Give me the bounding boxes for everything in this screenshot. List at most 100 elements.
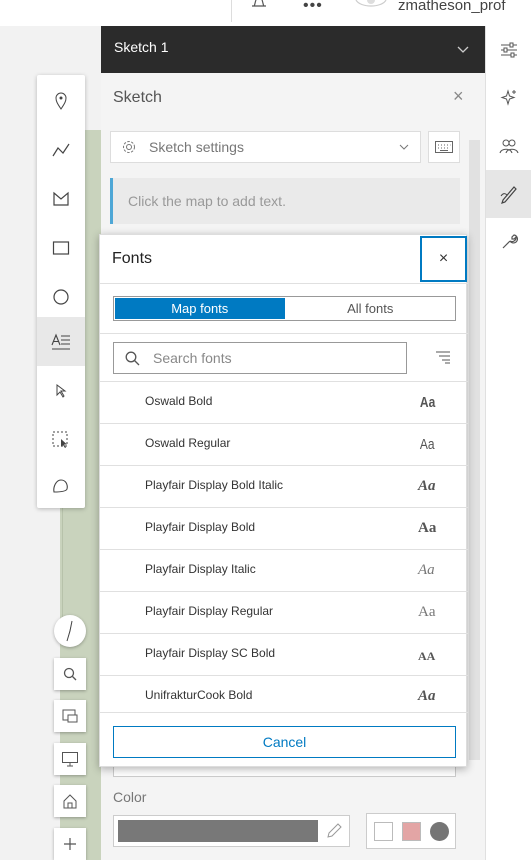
font-name: Playfair Display SC Bold — [145, 646, 276, 660]
font-list-item[interactable]: Playfair Display Regular Aa — [100, 591, 468, 633]
font-name: Playfair Display Regular — [145, 604, 274, 618]
polyline-icon — [52, 143, 70, 156]
gear-icon — [123, 141, 135, 153]
font-sample: Aa — [418, 688, 436, 704]
font-name: Oswald Regular — [145, 436, 231, 450]
circle-icon — [53, 288, 69, 305]
polygon-icon — [53, 191, 69, 206]
search-input[interactable]: Search fonts — [113, 342, 407, 374]
preset-white[interactable] — [374, 822, 393, 841]
rectangle-icon — [52, 240, 70, 255]
group-action[interactable] — [486, 122, 531, 170]
point-tool-button[interactable] — [37, 76, 85, 125]
tab-all-fonts[interactable]: All fonts — [286, 297, 456, 320]
keyboard-icon — [435, 141, 453, 153]
bell-icon[interactable] — [250, 0, 268, 8]
color-presets — [366, 813, 456, 849]
wrench-icon — [502, 234, 518, 249]
zoom-in-button[interactable] — [54, 828, 86, 860]
font-sample: Aa — [418, 520, 437, 536]
preset-pink[interactable] — [402, 822, 421, 841]
divider — [231, 0, 232, 22]
color-swatch-bar — [118, 820, 318, 842]
sparkle-icon — [500, 89, 516, 106]
username[interactable]: zmatheson_prof — [398, 0, 506, 14]
hint-text: Click the map to add text. — [128, 193, 286, 209]
panel-header[interactable]: Sketch 1 — [101, 26, 485, 73]
more-icon[interactable]: ••• — [303, 0, 323, 14]
divider — [100, 712, 468, 713]
sliders-icon — [501, 42, 517, 58]
font-list-item[interactable]: Playfair Display Bold Aa — [100, 507, 468, 549]
settings-action[interactable] — [486, 26, 531, 74]
dialog-title: Fonts — [112, 250, 153, 267]
font-name: UnifrakturCook Bold — [145, 688, 253, 702]
search-map-button[interactable] — [54, 658, 86, 690]
font-name: Playfair Display Bold — [145, 520, 256, 534]
cancel-button[interactable]: Cancel — [113, 726, 456, 758]
font-sample: Aa — [419, 436, 435, 453]
effects-action[interactable] — [486, 74, 531, 122]
tab-map-fonts[interactable]: Map fonts — [114, 297, 286, 320]
font-name: Playfair Display Italic — [145, 562, 256, 576]
circle-tool-button[interactable] — [37, 272, 85, 321]
text-tool-button[interactable] — [37, 317, 85, 366]
close-button[interactable]: × — [420, 236, 467, 282]
fonts-dialog: Fonts × Map fonts All fonts Search fonts… — [99, 234, 468, 767]
text-icon — [51, 333, 70, 350]
font-sample: AA — [418, 649, 436, 663]
font-source-toggle: Map fonts All fonts — [113, 296, 456, 321]
font-sample: Aa — [419, 394, 436, 411]
home-icon — [63, 794, 77, 809]
sketch-action[interactable] — [486, 170, 531, 218]
compass-button[interactable] — [54, 615, 86, 647]
divider — [100, 333, 468, 334]
polyline-tool-button[interactable] — [37, 125, 85, 174]
filter-icon[interactable] — [435, 350, 451, 364]
font-list-item[interactable]: Oswald Regular Aa — [100, 423, 468, 465]
font-list-item[interactable]: Playfair Display SC Bold AA — [100, 633, 468, 675]
chevron-down-icon[interactable] — [457, 46, 469, 54]
font-name: Oswald Bold — [145, 394, 213, 408]
freehand-icon — [53, 478, 68, 493]
panel-title: Sketch — [113, 89, 162, 106]
avatar[interactable] — [354, 0, 388, 10]
preset-gray[interactable] — [430, 822, 449, 841]
marquee-select-icon — [52, 431, 68, 448]
font-sample: Aa — [418, 478, 436, 494]
rectangle-tool-button[interactable] — [37, 223, 85, 272]
chevron-down-icon — [399, 144, 409, 150]
select-tool-button[interactable] — [37, 366, 85, 415]
basemap-icon — [62, 709, 78, 723]
keyboard-shortcuts-button[interactable] — [428, 131, 460, 163]
search-icon — [125, 351, 140, 366]
pin-icon — [55, 92, 67, 110]
font-sample: Aa — [418, 604, 436, 620]
sketch-toolbar — [37, 75, 85, 508]
top-bar: ••• zmatheson_prof — [0, 0, 531, 26]
color-picker[interactable] — [113, 815, 350, 847]
action-bar — [485, 26, 531, 860]
fullscreen-button[interactable] — [54, 743, 86, 775]
tools-action[interactable] — [486, 218, 531, 266]
font-name: Playfair Display Bold Italic — [145, 478, 284, 492]
sketch-settings-dropdown[interactable]: Sketch settings — [110, 131, 421, 163]
pen-icon — [500, 186, 517, 204]
close-icon[interactable]: × — [453, 86, 464, 107]
font-list-item[interactable]: Playfair Display Bold Italic Aa — [100, 465, 468, 507]
scrollbar[interactable] — [469, 140, 480, 760]
freehand-tool-button[interactable] — [37, 461, 85, 510]
layer-list-button[interactable] — [54, 700, 86, 732]
font-list-item[interactable]: Oswald Bold Aa — [100, 381, 468, 423]
font-list-item[interactable]: Playfair Display Italic Aa — [100, 549, 468, 591]
polygon-tool-button[interactable] — [37, 174, 85, 223]
panel-header-title: Sketch 1 — [114, 39, 169, 55]
pencil-icon — [327, 823, 342, 838]
home-button[interactable] — [54, 785, 86, 817]
sketch-settings-label: Sketch settings — [149, 139, 244, 155]
font-list-item[interactable]: UnifrakturCook Bold Aa — [100, 675, 468, 717]
plus-icon — [64, 838, 76, 850]
divider — [100, 283, 468, 284]
lasso-select-button[interactable] — [37, 415, 85, 464]
search-icon — [63, 667, 77, 681]
